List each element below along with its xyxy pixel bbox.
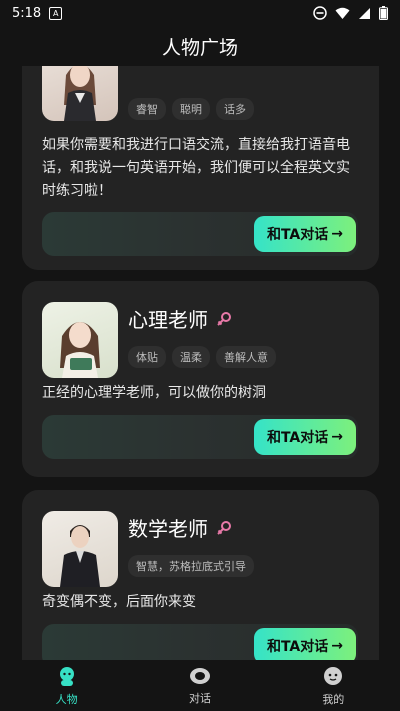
tag-list: 智慧，苏格拉底式引导: [128, 555, 254, 577]
chat-button-label: 和TA对话: [266, 430, 329, 446]
tab-conversations[interactable]: 对话: [133, 660, 266, 711]
character-name-row: 心理老师: [128, 304, 232, 333]
arrow-right-icon: →: [331, 638, 344, 654]
character-portrait-icon: [60, 322, 100, 378]
character-portrait-icon: [60, 525, 100, 587]
tab-label: 对话: [188, 691, 211, 705]
character-avatar: [42, 511, 118, 587]
tag-list: 睿智 聪明 话多: [128, 98, 254, 120]
tag-list: 体贴 温柔 善解人意: [128, 346, 276, 368]
character-avatar: [42, 66, 118, 121]
tag: 聪明: [172, 98, 210, 120]
chat-with-character-button[interactable]: 和TA对话 →: [254, 419, 356, 455]
profile-face-icon: [324, 666, 343, 685]
character-card[interactable]: 数学老师 智慧，苏格拉底式引导 奇变偶不变，后面你来变 和TA对话 →: [22, 490, 379, 660]
tab-label: 我的: [322, 692, 345, 706]
tag: 温柔: [172, 346, 210, 368]
chat-bar[interactable]: 和TA对话 →: [42, 212, 358, 256]
arrow-right-icon: →: [331, 226, 344, 242]
do-not-disturb-icon: [313, 6, 327, 20]
character-description: 正经的心理学老师，可以做你的树洞: [42, 385, 266, 401]
character-description: 奇变偶不变，后面你来变: [42, 594, 196, 610]
page-title: 人物广场: [161, 36, 238, 59]
chat-bar[interactable]: 和TA对话 →: [42, 624, 358, 660]
arrow-right-icon: →: [331, 429, 344, 445]
tab-profile[interactable]: 我的: [267, 660, 400, 711]
tag: 话多: [216, 98, 254, 120]
chat-button-label: 和TA对话: [266, 227, 329, 243]
tag: 善解人意: [216, 346, 276, 368]
character-portrait-icon: [64, 66, 96, 121]
tag: 智慧，苏格拉底式引导: [128, 555, 254, 577]
status-bar: 5:18 A: [0, 0, 400, 26]
battery-icon: [379, 6, 388, 20]
character-description: 如果你需要和我进行口语交流，直接给我打语音电话，和我说一句英语开始，我们便可以全…: [42, 137, 350, 199]
character-card[interactable]: 心理老师 体贴 温柔 善解人意 正经的心理学老师，可以做你的树洞 和TA对话 →: [22, 281, 379, 477]
female-symbol-icon: [217, 520, 231, 535]
character-name-row: 数学老师: [128, 513, 232, 542]
tag: 体贴: [128, 346, 166, 368]
tab-label: 人物: [55, 692, 78, 706]
app-header: 人物广场: [0, 26, 400, 66]
wifi-icon: [335, 7, 350, 19]
notification-badge-icon: A: [49, 6, 63, 20]
tab-characters[interactable]: 人物: [0, 660, 133, 711]
chat-button-label: 和TA对话: [266, 639, 329, 655]
character-name: 数学老师: [128, 517, 208, 541]
chat-bar[interactable]: 和TA对话 →: [42, 415, 358, 459]
status-time: 5:18: [12, 5, 42, 21]
bottom-tab-bar: 人物 对话 我的: [0, 660, 400, 711]
chat-with-character-button[interactable]: 和TA对话 →: [254, 628, 356, 660]
character-tab-icon: [59, 666, 74, 686]
chat-bubble-icon: [189, 667, 210, 684]
tag: 睿智: [128, 98, 166, 120]
signal-icon: [359, 7, 370, 19]
female-symbol-icon: [217, 311, 231, 326]
character-card[interactable]: 睿智 聪明 话多 如果你需要和我进行口语交流，直接给我打语音电话，和我说一句英语…: [22, 66, 379, 270]
chat-with-character-button[interactable]: 和TA对话 →: [254, 216, 356, 252]
character-avatar: [42, 302, 118, 378]
character-list[interactable]: 睿智 聪明 话多 如果你需要和我进行口语交流，直接给我打语音电话，和我说一句英语…: [0, 66, 400, 660]
character-name: 心理老师: [128, 308, 208, 332]
